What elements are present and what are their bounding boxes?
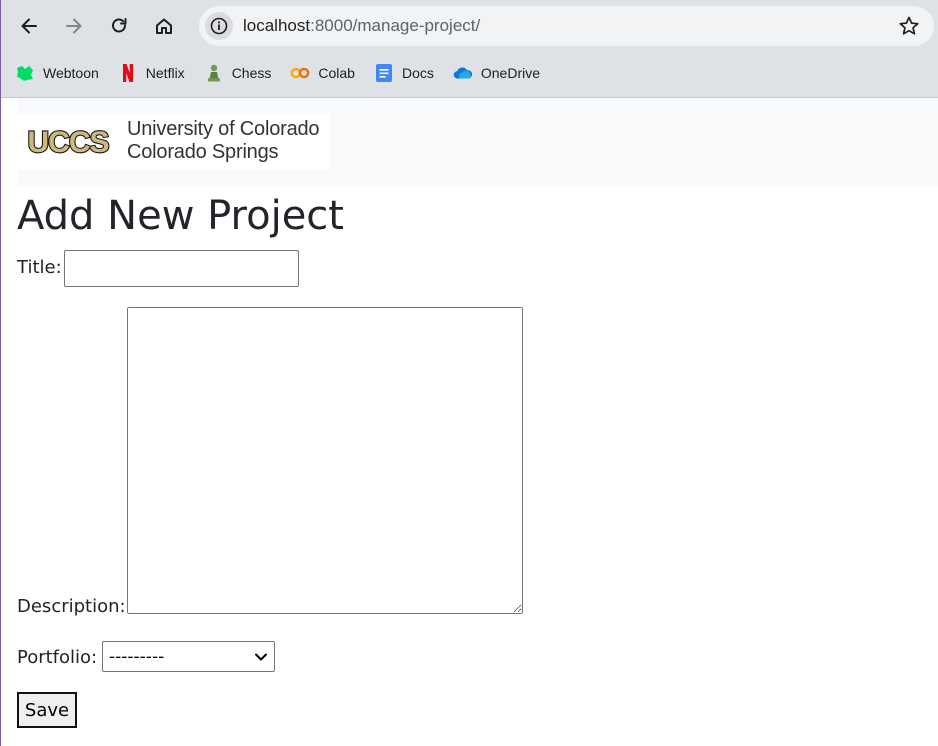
bookmark-label: Chess [231, 65, 272, 81]
site-header: UCCS University of Colorado Colorado Spr… [17, 98, 938, 186]
forward-arrow-icon [66, 18, 82, 34]
back-button[interactable] [12, 9, 46, 43]
onedrive-icon [453, 63, 473, 83]
title-label: Title: [17, 257, 62, 278]
address-bar[interactable]: localhost:8000/manage-project/ [199, 6, 934, 46]
bookmark-netflix[interactable]: Netflix [118, 63, 185, 83]
bookmark-label: Colab [318, 65, 355, 81]
bookmark-docs[interactable]: Docs [374, 63, 434, 83]
reload-icon [112, 18, 127, 33]
logo-line-1: University of Colorado [127, 118, 320, 140]
bookmark-label: Docs [401, 65, 434, 81]
save-button[interactable]: Save [17, 692, 77, 728]
svg-text:UCCS: UCCS [27, 128, 108, 156]
chess-pawn-icon [204, 63, 224, 83]
uccs-logo-mark: UCCS [18, 128, 118, 156]
bookmark-chess[interactable]: Chess [204, 63, 272, 83]
netflix-icon [118, 63, 138, 83]
description-textarea[interactable] [127, 307, 523, 614]
title-input[interactable] [64, 250, 299, 287]
bookmark-label: OneDrive [480, 65, 541, 81]
url-host: localhost [243, 16, 311, 35]
page-content: UCCS University of Colorado Colorado Spr… [1, 98, 938, 746]
uccs-logo[interactable]: UCCS University of Colorado Colorado Spr… [17, 114, 330, 170]
bookmark-colab[interactable]: Colab [290, 63, 355, 83]
portfolio-label: Portfolio: [17, 647, 98, 668]
portfolio-selected-value: --------- [109, 646, 165, 667]
browser-window: localhost:8000/manage-project/ Webtoon N… [0, 0, 938, 746]
home-icon [156, 18, 172, 34]
browser-toolbar: localhost:8000/manage-project/ Webtoon N… [1, 0, 938, 98]
forward-button[interactable] [57, 9, 91, 43]
docs-icon [374, 63, 394, 83]
home-button[interactable] [147, 9, 181, 43]
portfolio-select[interactable]: --------- [102, 641, 275, 672]
description-label: Description: [17, 596, 126, 617]
site-info-icon[interactable] [205, 12, 233, 40]
bookmark-star-icon[interactable] [898, 15, 920, 37]
logo-wordmark: University of Colorado Colorado Springs [127, 118, 320, 164]
page-title: Add New Project [17, 193, 344, 239]
bookmarks-bar: Webtoon Netflix Chess Colab Docs OneDriv… [15, 61, 559, 85]
bookmark-webtoon[interactable]: Webtoon [15, 63, 99, 83]
bookmark-label: Webtoon [43, 65, 99, 81]
logo-line-2: Colorado Springs [127, 141, 279, 163]
colab-icon [290, 63, 310, 83]
url-path: :8000/manage-project/ [310, 16, 481, 35]
url-text[interactable]: localhost:8000/manage-project/ [243, 16, 480, 36]
chevron-down-icon [255, 653, 267, 661]
back-arrow-icon [21, 18, 37, 34]
bookmark-onedrive[interactable]: OneDrive [453, 63, 540, 83]
reload-button[interactable] [102, 9, 136, 43]
webtoon-icon [15, 63, 35, 83]
bookmark-label: Netflix [145, 65, 185, 81]
